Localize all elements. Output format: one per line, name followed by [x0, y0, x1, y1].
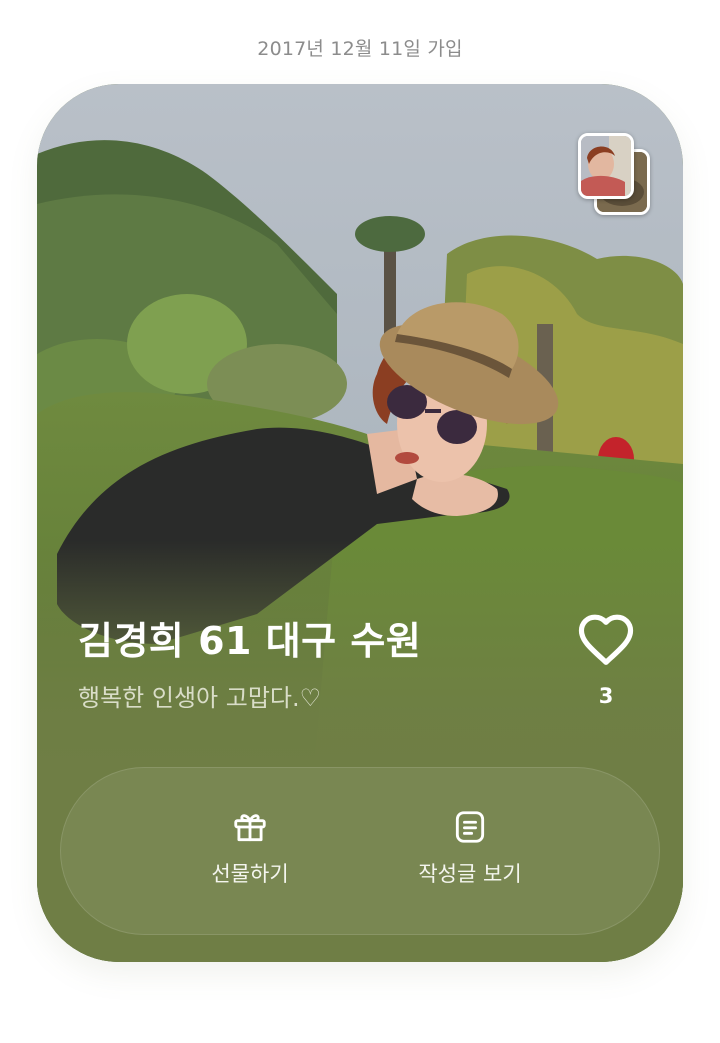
- photo-thumbnail[interactable]: [578, 133, 634, 199]
- view-posts-button[interactable]: 작성글 보기: [390, 808, 550, 888]
- like-count: 3: [598, 684, 614, 708]
- heart-icon[interactable]: [572, 612, 640, 666]
- profile-page: 2017년 12월 11일 가입 김경희 61 대구 수원 행복한 인생아 고맙…: [0, 0, 720, 1043]
- view-posts-label: 작성글 보기: [418, 862, 522, 886]
- action-bar: 선물하기 작성글 보기: [60, 767, 660, 935]
- gift-label: 선물하기: [211, 862, 289, 886]
- document-icon: [390, 808, 550, 846]
- status-message: 행복한 인생아 고맙다.♡: [78, 684, 322, 712]
- gift-button[interactable]: 선물하기: [170, 808, 330, 888]
- profile-card[interactable]: 김경희 61 대구 수원 행복한 인생아 고맙다.♡ 3 선물하기 작성글 보기: [37, 84, 683, 962]
- like-button[interactable]: 3: [572, 612, 640, 708]
- profile-name: 김경희 61 대구 수원: [78, 619, 422, 663]
- gift-icon: [170, 808, 330, 846]
- join-date: 2017년 12월 11일 가입: [257, 38, 463, 60]
- photo-thumbnails[interactable]: [578, 133, 650, 215]
